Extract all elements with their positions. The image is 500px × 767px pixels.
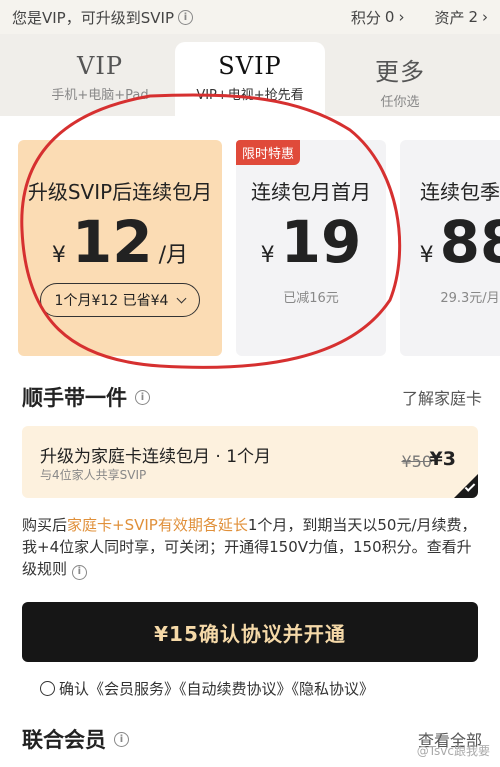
plan-title: 连续包月首月 xyxy=(251,180,371,204)
agree-radio[interactable] xyxy=(40,681,55,696)
original-price: ¥50 xyxy=(401,452,432,471)
agreement-row: 确认《会员服务》《自动续费协议》《隐私协议》 xyxy=(40,678,374,699)
vip-status: 您是VIP，可升级到SVIP i xyxy=(12,7,193,28)
plan-card-first-month[interactable]: 连续包月首月 ¥ 19 已减16元 xyxy=(236,140,386,356)
addon-section-header: 顺手带一件 i 了解家庭卡 xyxy=(22,382,482,412)
price-amount: 12 xyxy=(71,208,153,276)
duration-select[interactable]: 1个月¥12 已省¥4 xyxy=(40,283,200,317)
tier-tabs: VIP 手机+电脑+Pad SVIP VIP+电视+抢先看 更多 任你选 xyxy=(0,34,500,116)
joint-heading: 联合会员 i xyxy=(22,724,129,754)
chevron-down-icon xyxy=(177,293,187,303)
currency-symbol: ¥ xyxy=(419,243,434,268)
plan-card-monthly-upgrade[interactable]: 升级SVIP后连续包月 ¥ 12 /月 1个月¥12 已省¥4 xyxy=(18,140,222,356)
tab-svip-sub: VIP+电视+抢先看 xyxy=(196,88,304,103)
confirm-purchase-button[interactable]: ¥15确认协议并开通 xyxy=(22,602,478,662)
currency-symbol: ¥ xyxy=(51,243,66,268)
top-bar: 您是VIP，可升级到SVIP i 积分 0 › 资产 2 › xyxy=(0,0,500,34)
family-card-info-link[interactable]: 了解家庭卡 xyxy=(402,385,482,409)
duration-select-label: 1个月¥12 已省¥4 xyxy=(54,293,169,309)
price-amount: 88 xyxy=(439,208,500,276)
account-stats: 积分 0 › 资产 2 › xyxy=(351,7,488,28)
plan-title: 升级SVIP后连续包月 xyxy=(27,180,213,204)
price-amount: 19 xyxy=(280,208,362,276)
info-icon[interactable]: i xyxy=(135,389,150,405)
tab-vip-sub: 手机+电脑+Pad xyxy=(51,88,149,103)
currency-symbol: ¥ xyxy=(260,243,275,268)
family-card-addon[interactable]: 升级为家庭卡连续包月 · 1个月 与4位家人共享SVIP ¥50 ¥3 xyxy=(22,426,478,498)
info-icon[interactable]: i xyxy=(71,564,87,580)
addon-heading-text: 顺手带一件 xyxy=(22,386,127,410)
points-label: 积分 xyxy=(350,8,381,27)
family-card-title: 升级为家庭卡连续包月 · 1个月 xyxy=(40,447,272,467)
joint-heading-text: 联合会员 xyxy=(22,728,106,752)
assets-value: 2 xyxy=(468,8,478,26)
points-link[interactable]: 积分 0 › xyxy=(351,7,405,28)
tab-svip-name: SVIP xyxy=(218,52,282,80)
discount-note: 已减16元 xyxy=(283,291,339,306)
price-unit: /月 xyxy=(158,243,189,268)
plan-price: ¥ 12 /月 xyxy=(18,213,222,271)
tab-more[interactable]: 更多 任你选 xyxy=(325,42,475,116)
tab-vip[interactable]: VIP 手机+电脑+Pad xyxy=(25,42,175,116)
plan-title: 连续包季首 xyxy=(420,180,500,204)
joint-section-header: 联合会员 i 查看全部 xyxy=(22,724,482,754)
description-prefix: 购买后 xyxy=(22,516,68,534)
per-month-note: 29.3元/月 xyxy=(440,291,500,306)
addon-heading: 顺手带一件 i xyxy=(22,382,150,412)
plan-price: ¥ 88 xyxy=(400,213,500,271)
plan-carousel[interactable]: 升级SVIP后连续包月 ¥ 12 /月 1个月¥12 已省¥4 连续包月首月 ¥… xyxy=(0,116,500,368)
purchase-description: 购买后家庭卡+SVIP有效期各延长1个月，到期当天以50元/月续费，我+4位家人… xyxy=(22,514,482,580)
watermark: @Tsvc跟我要 xyxy=(416,744,490,758)
addon-price: ¥3 xyxy=(429,448,456,470)
vip-status-text: 您是VIP，可升级到SVIP xyxy=(12,8,174,27)
plan-card-quarterly[interactable]: 连续包季首 ¥ 88 29.3元/月 xyxy=(400,140,500,356)
info-icon[interactable]: i xyxy=(177,9,193,25)
description-highlight: 家庭卡+SVIP有效期各延长 xyxy=(67,516,248,534)
agreement-text[interactable]: 确认《会员服务》《自动续费协议》《隐私协议》 xyxy=(59,678,374,699)
chevron-right-icon: › xyxy=(482,8,488,26)
tab-vip-name: VIP xyxy=(77,52,123,80)
limited-offer-badge: 限时特惠 xyxy=(236,140,301,165)
points-value: 0 xyxy=(384,8,395,26)
info-icon[interactable]: i xyxy=(114,731,129,747)
assets-link[interactable]: 资产 2 › xyxy=(434,7,488,28)
tab-more-sub: 任你选 xyxy=(380,95,420,110)
plan-price: ¥ 19 xyxy=(236,213,386,271)
checkmark-icon[interactable] xyxy=(454,474,478,498)
tab-svip[interactable]: SVIP VIP+电视+抢先看 xyxy=(175,42,325,116)
tab-more-name: 更多 xyxy=(375,58,425,86)
assets-label: 资产 xyxy=(434,8,465,27)
family-card-subtitle: 与4位家人共享SVIP xyxy=(40,468,147,482)
chevron-right-icon: › xyxy=(398,8,405,26)
